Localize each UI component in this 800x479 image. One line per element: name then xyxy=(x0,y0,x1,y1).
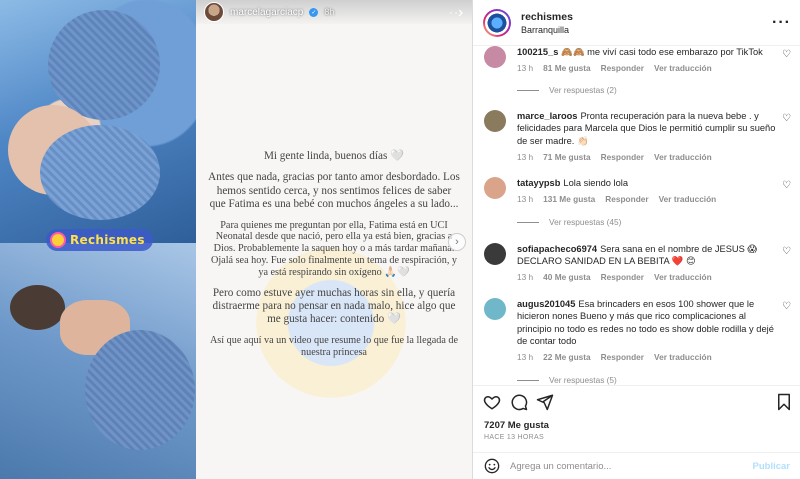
story-paragraph: Mi gente linda, buenos días 🤍 xyxy=(263,150,405,162)
comment-like-icon[interactable]: ♡ xyxy=(782,49,791,60)
post-header: rechismes Barranquilla ··· xyxy=(473,0,800,46)
author-username[interactable]: rechismes xyxy=(521,11,573,23)
story-username: marcelagarciacp xyxy=(230,6,304,18)
comment-translate-button[interactable]: Ver traducción xyxy=(654,152,712,162)
comment-icon[interactable] xyxy=(510,393,528,411)
comment-avatar[interactable] xyxy=(484,46,506,68)
comment-reply-button[interactable]: Responder xyxy=(601,63,644,73)
comment-username[interactable]: augus201045 xyxy=(517,299,575,309)
bookmark-icon[interactable] xyxy=(775,393,793,411)
smiley-icon[interactable] xyxy=(484,458,500,474)
comment-avatar[interactable] xyxy=(484,177,506,199)
comment-time: 13 h xyxy=(517,272,534,282)
comment-username[interactable]: tatayypsb xyxy=(517,178,560,188)
comment-like-icon[interactable]: ♡ xyxy=(782,246,791,257)
comment-avatar[interactable] xyxy=(484,243,506,265)
story-avatar xyxy=(204,2,224,22)
comment-likes[interactable]: 131 Me gusta xyxy=(543,194,595,204)
comment-translate-button[interactable]: Ver traducción xyxy=(654,272,712,282)
story-paragraph: Así que aquí va un video que resume lo q… xyxy=(209,334,459,358)
post-media[interactable]: Rechismes marcelagarciacp ✓ 8h ··· Mi ge… xyxy=(0,0,472,479)
comment-input[interactable]: Agrega un comentario... xyxy=(510,461,753,472)
comment-like-icon[interactable]: ♡ xyxy=(782,301,791,312)
comment-time: 13 h xyxy=(517,63,534,73)
comment-time: 13 h xyxy=(517,194,534,204)
watermark-icon xyxy=(50,232,66,248)
comment-time: 13 h xyxy=(517,152,534,162)
view-replies-button[interactable]: Ver respuestas (5) xyxy=(517,375,617,385)
comment-username[interactable]: marce_laroos xyxy=(517,111,577,121)
post-location[interactable]: Barranquilla xyxy=(521,25,573,35)
comment-reply-button[interactable]: Responder xyxy=(601,272,644,282)
comment-translate-button[interactable]: Ver traducción xyxy=(659,194,717,204)
comment-username[interactable]: sofiapacheco6974 xyxy=(517,244,597,254)
story-next-icon: › xyxy=(458,4,464,21)
story-paragraph: Pero como estuve ayer muchas horas sin e… xyxy=(212,286,456,326)
send-icon[interactable] xyxy=(536,393,554,411)
comment-text: Lola siendo lola xyxy=(563,178,629,188)
post-actions xyxy=(473,385,800,417)
publish-button[interactable]: Publicar xyxy=(753,461,791,472)
add-comment-bar: Agrega un comentario... Publicar xyxy=(473,452,800,479)
comment-likes[interactable]: 71 Me gusta xyxy=(543,152,591,162)
comment-likes[interactable]: 40 Me gusta xyxy=(543,272,591,282)
story-paragraph: Para quienes me preguntan por ella, Fati… xyxy=(210,219,458,278)
comment-likes[interactable]: 81 Me gusta xyxy=(543,63,591,73)
story-screenshot: marcelagarciacp ✓ 8h ··· Mi gente linda,… xyxy=(196,0,472,479)
carousel-next-button[interactable]: › xyxy=(448,233,466,251)
comment-translate-button[interactable]: Ver traducción xyxy=(654,63,712,73)
heart-icon[interactable] xyxy=(483,393,501,411)
comment-text: 🙈🙈 me viví casi todo ese embarazo por Ti… xyxy=(561,47,763,57)
comment-time: 13 h xyxy=(517,352,534,362)
comment-reply-button[interactable]: Responder xyxy=(601,152,644,162)
post-sidebar: rechismes Barranquilla ··· 100215_s 🙈🙈 me… xyxy=(472,0,800,479)
view-replies-button[interactable]: Ver respuestas (45) xyxy=(517,217,621,227)
comments-list: 100215_s 🙈🙈 me viví casi todo ese embaraz… xyxy=(473,46,800,385)
comment-reply-button[interactable]: Responder xyxy=(601,352,644,362)
story-paragraph: Antes que nada, gracias por tanto amor d… xyxy=(208,171,460,211)
like-count[interactable]: 7207 Me gusta xyxy=(484,420,549,431)
story-text: Mi gente linda, buenos días 🤍 Antes que … xyxy=(208,150,460,366)
view-replies-button[interactable]: Ver respuestas (2) xyxy=(517,85,617,95)
story-header: marcelagarciacp ✓ 8h ··· xyxy=(196,0,472,24)
comment-like-icon[interactable]: ♡ xyxy=(782,113,791,124)
story-time: 8h xyxy=(324,7,335,17)
comment-avatar[interactable] xyxy=(484,298,506,320)
watermark-text: Rechismes xyxy=(70,233,145,247)
watermark-logo: Rechismes xyxy=(46,229,153,251)
comment-avatar[interactable] xyxy=(484,110,506,132)
comment-translate-button[interactable]: Ver traducción xyxy=(654,352,712,362)
more-options-icon[interactable]: ··· xyxy=(772,14,791,32)
comment-username[interactable]: 100215_s xyxy=(517,47,558,57)
comment-likes[interactable]: 22 Me gusta xyxy=(543,352,591,362)
post-timestamp: HACE 13 HORAS xyxy=(484,434,544,441)
comment-reply-button[interactable]: Responder xyxy=(605,194,648,204)
verified-icon: ✓ xyxy=(309,7,319,17)
author-avatar[interactable] xyxy=(483,8,511,37)
comment-like-icon[interactable]: ♡ xyxy=(782,180,791,191)
